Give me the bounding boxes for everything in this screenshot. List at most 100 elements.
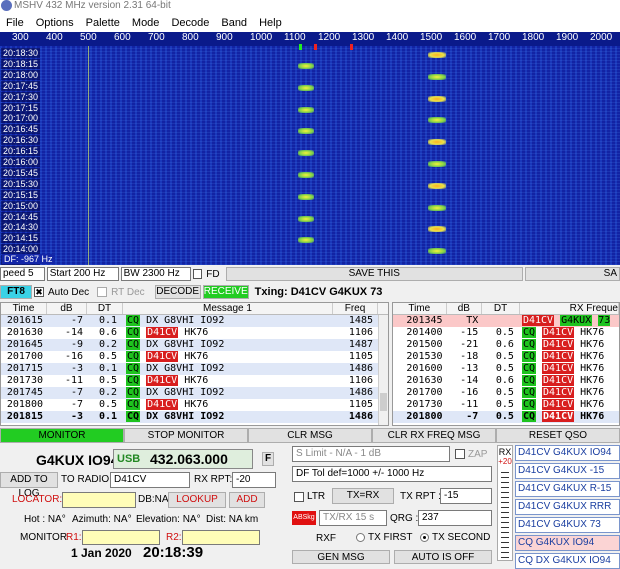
- table-row[interactable]: 201615 -7 0.1 CQ DX G8VHI IO92 1485: [1, 315, 388, 327]
- cell-db: -13: [460, 363, 479, 374]
- decode-button[interactable]: DECODE: [154, 285, 201, 299]
- macro-5[interactable]: D41CV G4KUX 73: [515, 517, 620, 533]
- table-row[interactable]: 201600 -13 0.5 CQ D41CV HK76: [393, 363, 619, 375]
- qrg-input[interactable]: 237: [418, 510, 492, 526]
- macro-7[interactable]: CQ DX G4KUX IO94: [515, 553, 620, 569]
- time-label: 20:17:15: [1, 102, 41, 113]
- auto-dec-checkbox[interactable]: ✖: [34, 287, 44, 297]
- table-row[interactable]: 201345 TX D41CV G4KUX 73: [393, 315, 619, 327]
- ltr-checkbox[interactable]: [294, 492, 304, 502]
- tx-rx-period-spinbox[interactable]: TX/RX 15 s: [319, 510, 387, 526]
- rt-dec-checkbox[interactable]: [97, 287, 108, 297]
- menu-mode[interactable]: Mode: [126, 17, 166, 29]
- table-scrollbar[interactable]: [378, 315, 388, 425]
- table-row[interactable]: 201700 -16 0.5 CQ D41CV HK76: [393, 387, 619, 399]
- table-row[interactable]: 201630 -14 0.6 CQ D41CV HK76 1106: [1, 327, 388, 339]
- clr-rx-freq-msg-button[interactable]: CLR RX FREQ MSG: [372, 428, 496, 443]
- scrollbar-thumb[interactable]: [380, 393, 387, 411]
- clr-msg-button[interactable]: CLR MSG: [248, 428, 372, 443]
- cell-db: -11: [64, 375, 83, 386]
- macro-6[interactable]: CQ G4KUX IO94: [515, 535, 620, 551]
- monitor-button[interactable]: MONITOR: [0, 428, 124, 443]
- df-tol-spinbox[interactable]: DF Tol def=1000 +/- 1000 Hz: [292, 466, 492, 482]
- f-button[interactable]: F: [262, 452, 274, 466]
- table-row[interactable]: 201700 -16 0.5 CQ D41CV HK76 1105: [1, 351, 388, 363]
- tx-first-radio[interactable]: [356, 532, 365, 542]
- cell-db: -16: [460, 387, 479, 398]
- tx-second-radio[interactable]: [420, 532, 429, 542]
- table-row[interactable]: 201730 -11 0.5 CQ D41CV HK76: [393, 399, 619, 411]
- table-row[interactable]: 201500 -21 0.6 CQ D41CV HK76: [393, 339, 619, 351]
- macro-3[interactable]: D41CV G4KUX R-15: [515, 481, 620, 497]
- col-rx-frequency: RX Freque: [520, 303, 619, 314]
- gen-msg-button[interactable]: GEN MSG: [292, 550, 390, 564]
- s-limit-spinbox[interactable]: S Limit - N/A - 1 dB: [292, 446, 450, 462]
- menu-band[interactable]: Band: [215, 17, 253, 29]
- speed-spinbox[interactable]: peed 5: [0, 267, 45, 281]
- lookup-button[interactable]: LOOKUP: [168, 492, 226, 508]
- receive-button[interactable]: RECEIVE: [202, 285, 249, 299]
- table-row[interactable]: 201645 -9 0.2 CQ DX G8VHI IO92 1487: [1, 339, 388, 351]
- to-radio-input[interactable]: D41CV: [110, 472, 190, 488]
- start-spinbox[interactable]: Start 200 Hz: [46, 267, 119, 281]
- cell-dt: 0.6: [495, 375, 514, 386]
- cell-db: TX: [466, 315, 479, 326]
- col-dt: DT: [482, 303, 520, 314]
- r2-input[interactable]: [182, 530, 260, 545]
- rx-frequency-table[interactable]: Time dB DT RX Freque 201345 TX D41CV G4KUX…: [392, 302, 620, 426]
- menu-palette[interactable]: Palette: [80, 17, 126, 29]
- menu-file[interactable]: File: [0, 17, 30, 29]
- menu-decode[interactable]: Decode: [165, 17, 215, 29]
- cq-tag: CQ: [126, 363, 141, 374]
- save-this-button[interactable]: SAVE THIS: [225, 267, 523, 281]
- fd-checkbox[interactable]: [192, 269, 203, 279]
- zap-checkbox[interactable]: [455, 449, 465, 459]
- table-row[interactable]: 201715 -3 0.1 CQ DX G8VHI IO92 1486: [1, 363, 388, 375]
- stop-monitor-button[interactable]: STOP MONITOR: [124, 428, 248, 443]
- qrg-label: QRG :: [390, 513, 419, 524]
- window-title: MSHV 432 MHz version 2.31 64-bit: [14, 0, 171, 11]
- reset-qso-button[interactable]: RESET QSO: [496, 428, 620, 443]
- add-to-log-button[interactable]: ADD TO LOG: [0, 472, 58, 499]
- cell-message: CQ DX G8VHI IO92: [123, 411, 333, 423]
- band-activity-table[interactable]: Time dB DT Message 1 Freq 201615 -7 0.1 CQ …: [0, 302, 389, 426]
- table-row[interactable]: 201800 -7 0.5 CQ D41CV HK76 1105: [1, 399, 388, 411]
- table-row[interactable]: 201800 -7 0.5 CQ D41CV HK76: [393, 411, 619, 423]
- table-row[interactable]: 201815 -3 0.1 CQ DX G8VHI IO92 1486: [1, 411, 388, 423]
- frequency-tick: 800: [182, 32, 199, 43]
- waterfall-display[interactable]: 300 400 500 600 700 800 900 1000 1100 1200 1300 140…: [0, 32, 620, 265]
- cell-db: -14: [460, 375, 479, 386]
- menu-help[interactable]: Help: [253, 17, 288, 29]
- add-button[interactable]: ADD: [229, 492, 265, 508]
- abs-bkg-button[interactable]: ABSkg: [292, 511, 316, 525]
- table-row[interactable]: 201630 -14 0.6 CQ D41CV HK76: [393, 375, 619, 387]
- col-freq: Freq: [333, 303, 378, 314]
- tx-first-option[interactable]: TX FIRST: [356, 532, 412, 543]
- table-row[interactable]: 201530 -18 0.5 CQ D41CV HK76: [393, 351, 619, 363]
- cell-message: CQ D41CV HK76: [123, 327, 333, 339]
- callsign-tag: D41CV: [542, 375, 575, 386]
- macro-1[interactable]: D41CV G4KUX IO94: [515, 445, 620, 461]
- rxf-label: RXF: [316, 533, 336, 544]
- table-row[interactable]: 201745 -7 0.2 CQ DX G8VHI IO92 1486: [1, 387, 388, 399]
- bw-spinbox[interactable]: BW 2300 Hz: [120, 267, 191, 281]
- tx-rpt-spinbox[interactable]: -15: [440, 488, 492, 504]
- rx-rpt-spinbox[interactable]: -20: [232, 472, 276, 488]
- mode-ft8-button[interactable]: FT8: [0, 285, 32, 299]
- table-row[interactable]: 201730 -11 0.5 CQ D41CV HK76 1106: [1, 375, 388, 387]
- r1-input[interactable]: [82, 530, 160, 545]
- callsign-tag: D41CV: [542, 387, 575, 398]
- locator-input[interactable]: [62, 492, 136, 508]
- message-text: DX G8VHI IO92: [146, 411, 225, 422]
- macro-4[interactable]: D41CV G4KUX RRR: [515, 499, 620, 515]
- tx-rx-button[interactable]: TX=RX: [332, 488, 394, 504]
- menu-options[interactable]: Options: [30, 17, 80, 29]
- save-all-button[interactable]: SA: [524, 267, 620, 281]
- cq-tag: CQ: [521, 399, 536, 410]
- cell-message: CQ DX G8VHI IO92: [123, 363, 333, 375]
- tx-second-option[interactable]: TX SECOND: [420, 532, 490, 543]
- auto-is-off-button[interactable]: AUTO IS OFF: [394, 550, 492, 564]
- cell-message: CQ D41CV HK76: [520, 387, 619, 399]
- macro-2[interactable]: D41CV G4KUX -15: [515, 463, 620, 479]
- table-row[interactable]: 201400 -15 0.5 CQ D41CV HK76: [393, 327, 619, 339]
